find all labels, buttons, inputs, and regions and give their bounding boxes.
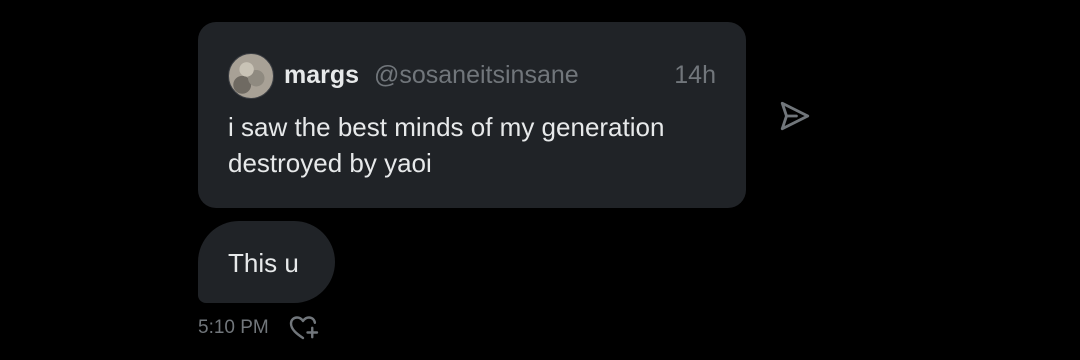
post-time: 14h <box>674 61 716 89</box>
post-text: i saw the best minds of my generation de… <box>228 112 665 178</box>
message-timestamp: 5:10 PM <box>198 317 269 338</box>
message-text: This u <box>228 248 299 278</box>
message-bubble[interactable]: This u <box>198 221 335 303</box>
dm-conversation: margs @sosaneitsinsane 14h i saw the bes… <box>0 0 1080 360</box>
author-name[interactable]: margs <box>284 60 359 90</box>
quoted-post-card[interactable]: margs @sosaneitsinsane 14h i saw the bes… <box>198 22 746 208</box>
heart-plus-icon[interactable] <box>287 313 319 343</box>
send-icon[interactable] <box>778 99 812 133</box>
author-avatar[interactable] <box>228 53 274 99</box>
author-handle: @sosaneitsinsane <box>374 61 579 89</box>
